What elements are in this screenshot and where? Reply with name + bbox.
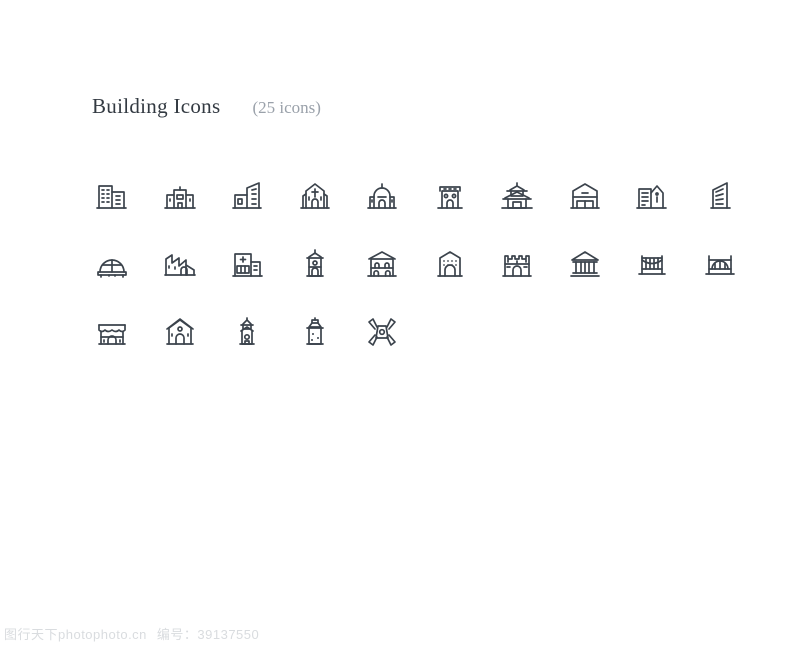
watermark: 图行天下photophoto.cn 编号：39137550 [4,624,259,643]
skyline-buildings-icon[interactable] [230,174,298,218]
page-header: Building Icons (25 icons) [92,96,321,117]
hospital-icon[interactable] [230,242,298,286]
watermark-site: 图行天下photophoto.cn [4,627,147,642]
residential-block-icon[interactable] [433,242,501,286]
factory-icon[interactable] [163,242,231,286]
icon-count-label: (25 icons) [252,98,321,117]
mosque-icon[interactable] [365,174,433,218]
icon-row [95,242,735,310]
apartment-tower-icon[interactable] [635,174,703,218]
icon-grid [95,174,735,378]
pagoda-icon[interactable] [500,174,568,218]
storefront-icon[interactable] [95,310,163,354]
school-building-icon[interactable] [163,174,231,218]
suspension-bridge-icon[interactable] [635,242,703,286]
icon-slot-empty [568,310,636,354]
icon-slot-empty [433,310,501,354]
barn-house-icon[interactable] [163,310,231,354]
icon-slot-empty [635,310,703,354]
shop-building-icon[interactable] [433,174,501,218]
arch-bridge-icon[interactable] [703,242,771,286]
castle-icon[interactable] [500,242,568,286]
modern-skyscraper-icon[interactable] [703,174,771,218]
villa-icon[interactable] [365,242,433,286]
warehouse-icon[interactable] [568,174,636,218]
church-icon[interactable] [298,174,366,218]
bell-tower-icon[interactable] [230,310,298,354]
lighthouse-icon[interactable] [298,310,366,354]
icon-row [95,310,735,378]
clock-tower-icon[interactable] [298,242,366,286]
icon-slot-empty [500,310,568,354]
office-buildings-icon[interactable] [95,174,163,218]
page-title: Building Icons [92,94,221,118]
bank-icon[interactable] [568,242,636,286]
windmill-icon[interactable] [365,310,433,354]
icon-row [95,174,735,242]
icon-slot-empty [703,310,771,354]
watermark-code: 编号：39137550 [156,627,260,642]
icon-sheet-page: Building Icons (25 icons) 图行天下photophoto… [0,0,800,646]
stadium-dome-icon[interactable] [95,242,163,286]
